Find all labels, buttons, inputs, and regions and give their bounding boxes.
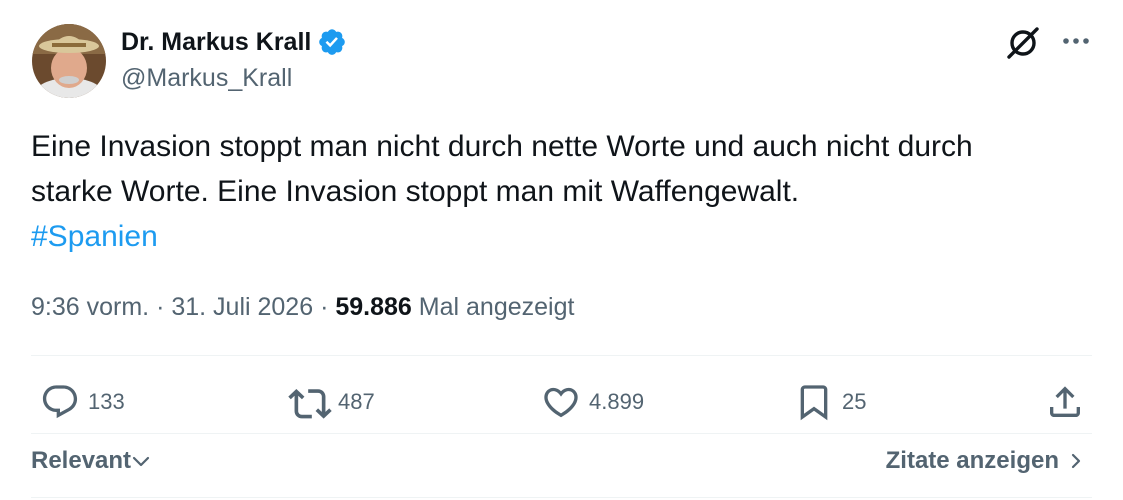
quotes-label: Zitate anzeigen (885, 447, 1059, 474)
view-quotes-link[interactable]: Zitate anzeigen (886, 445, 1087, 477)
bookmark-count: 25 (842, 389, 867, 414)
author-handle[interactable]: @Markus_Krall (121, 63, 292, 93)
tweet-time[interactable]: 9:36 vorm. (31, 293, 149, 321)
tweet-text-line: starke Worte. Eine Invasion stoppt man m… (31, 175, 800, 208)
repost-count: 487 (338, 389, 375, 414)
views-count: 59.886 (335, 293, 412, 321)
share-icon (1050, 386, 1080, 417)
views-label: Mal angezeigt (418, 293, 575, 321)
tweet-text-line: Eine Invasion stoppt man nicht durch net… (31, 130, 973, 163)
hashtag-link[interactable]: #Spanien (31, 214, 1101, 259)
bookmark-icon (800, 385, 828, 421)
divider (31, 497, 1092, 498)
verified-badge-icon[interactable] (317, 27, 347, 57)
tweet-meta: 9:36 vorm. · 31. Juli 2026 · 59.886 Mal … (31, 290, 574, 324)
reply-count: 133 (88, 389, 125, 414)
author-display-name[interactable]: Dr. Markus Krall (121, 27, 347, 57)
share-button[interactable] (1045, 382, 1085, 422)
chevron-down-icon (132, 456, 150, 467)
like-button[interactable]: 4.899 (541, 382, 644, 422)
bookmark-button[interactable]: 25 (794, 382, 866, 422)
tweet-text: Eine Invasion stoppt man nicht durch net… (31, 124, 1101, 259)
tweet-date[interactable]: 31. Juli 2026 (171, 293, 313, 321)
reply-icon (42, 385, 78, 419)
more-icon[interactable] (1060, 28, 1092, 54)
meta-separator: · (320, 293, 329, 321)
repost-icon (288, 389, 332, 419)
like-count: 4.899 (589, 389, 645, 414)
divider (31, 433, 1092, 434)
meta-separator: · (156, 293, 165, 321)
chevron-right-icon (1071, 453, 1081, 469)
grok-icon[interactable] (1004, 24, 1042, 62)
like-icon (544, 387, 578, 418)
divider (31, 355, 1092, 356)
author-name-text[interactable]: Dr. Markus Krall (121, 27, 311, 57)
sort-label: Relevant (31, 447, 132, 474)
sort-dropdown[interactable]: Relevant (31, 445, 151, 477)
repost-button[interactable]: 487 (288, 382, 375, 422)
author-avatar[interactable] (32, 24, 106, 98)
reply-button[interactable]: 133 (40, 382, 125, 422)
